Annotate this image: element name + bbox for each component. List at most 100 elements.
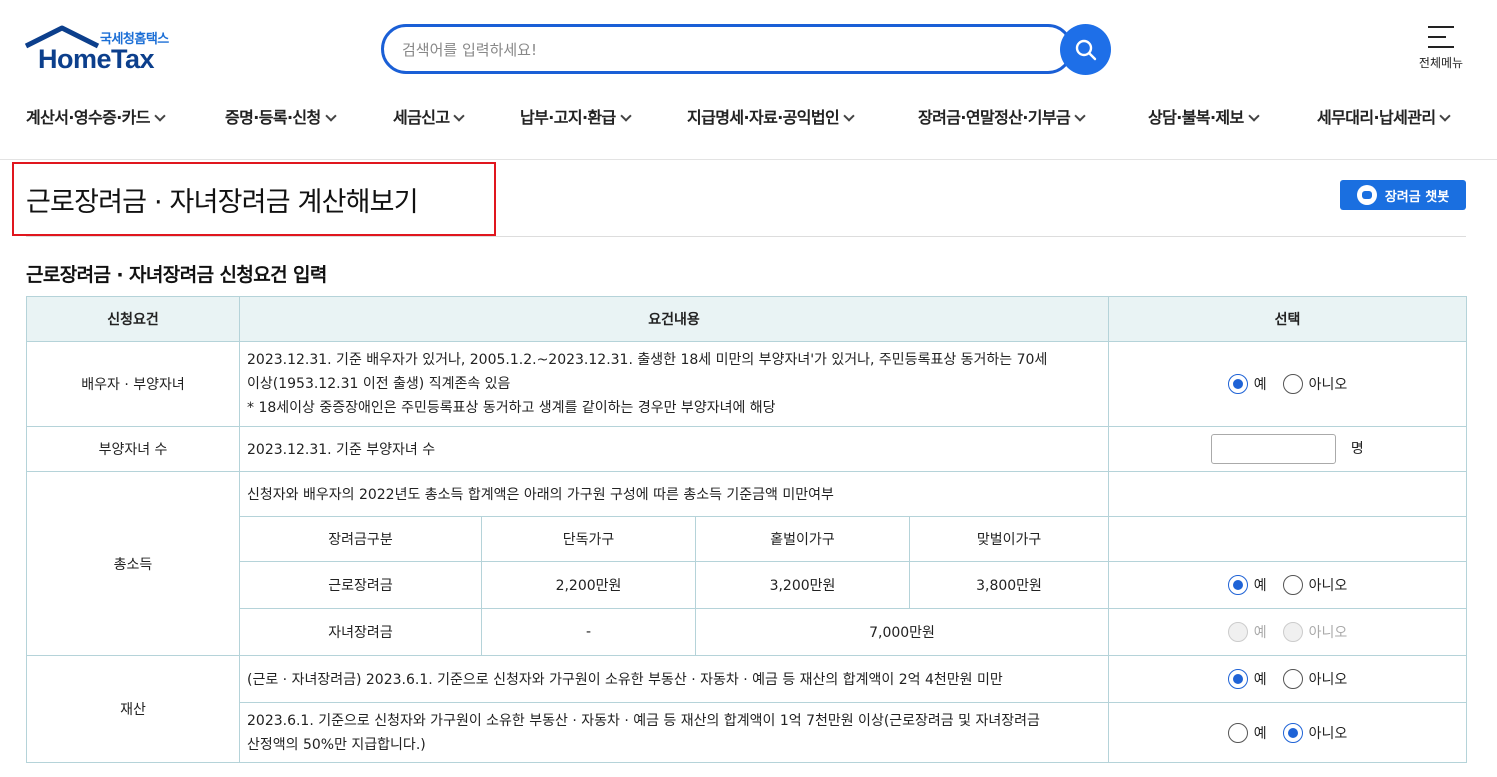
all-menu-button[interactable]: 전체메뉴 (1410, 22, 1472, 71)
property-high-radio-group: 예 아니오 (1116, 722, 1459, 743)
radio-circle (1227, 669, 1248, 689)
search-input[interactable] (402, 38, 1042, 62)
content-line: * 18세이상 중증장애인은 주민등록표상 동거하고 생계를 같이하는 경우만 … (247, 400, 776, 416)
children-count-input[interactable] (1211, 434, 1337, 464)
page-title: 근로장려금 · 자녀장려금 계산해보기 (26, 187, 419, 218)
nav-item-receipts[interactable]: 계산서·영수증·카드 (26, 104, 166, 128)
requirement-content: 2023.12.31. 기준 부양자녀 수 (238, 426, 1110, 472)
chevron-down-icon (1074, 110, 1086, 122)
spouse-no-radio[interactable]: 아니오 (1282, 374, 1348, 394)
table-cell: 3,800만원 (908, 561, 1110, 609)
selection-cell (1108, 516, 1468, 562)
site-header: 국세청홈택스 HomeTax 전체메뉴 계산서·영수증·카드 증명·등록·신청 … (0, 0, 1497, 160)
selection-cell: 예 아니오 (1108, 341, 1468, 427)
radio-label: 아니오 (1308, 377, 1348, 393)
radio-label: 아니오 (1308, 725, 1348, 742)
radio-circle (1282, 575, 1303, 595)
radio-circle (1282, 669, 1303, 689)
requirement-content: 2023.12.31. 기준 배우자가 있거나, 2005.1.2.~2023.… (238, 341, 1110, 427)
nav-label: 증명·등록·신청 (225, 108, 321, 127)
spouse-radio-group: 예 아니오 (1116, 374, 1459, 394)
nav-item-statements[interactable]: 지급명세·자료·공익법인 (687, 104, 855, 128)
content-line: 이상(1953.12.31 이전 출생) 직계존속 있음 (247, 376, 511, 392)
nav-label: 납부·고지·환급 (520, 108, 616, 127)
nav-item-payment[interactable]: 납부·고지·환급 (520, 104, 632, 128)
requirement-label: 총소득 (26, 471, 240, 656)
hamburger-icon (1428, 26, 1454, 48)
unit-label: 명 (1350, 441, 1364, 457)
chevron-down-icon (620, 110, 632, 122)
income-work-row: 근로장려금 2,200만원 3,200만원 3,800만원 예 아니오 (27, 561, 1468, 609)
selection-cell: 예 아니오 (1108, 608, 1468, 656)
radio-circle (1227, 722, 1248, 743)
chatbot-button[interactable]: 장려금 챗봇 (1340, 180, 1466, 210)
property-no-radio[interactable]: 아니오 (1282, 669, 1347, 689)
radio-label: 예 (1253, 725, 1267, 742)
chatbot-label: 장려금 챗봇 (1384, 189, 1450, 205)
content-line: 2023.12.31. 기준 배우자가 있거나, 2005.1.2.~2023.… (247, 352, 1048, 368)
table-cell: 근로장려금 (239, 561, 482, 609)
radio-circle (1282, 374, 1303, 394)
table-row: 총소득 신청자와 배우자의 2022년도 총소득 합계액은 아래의 가구원 구성… (26, 471, 1468, 656)
selection-cell: 예 아니오 (1108, 655, 1468, 703)
nav-item-incentives[interactable]: 장려금·연말정산·기부금 (918, 104, 1086, 128)
radio-label: 예 (1253, 578, 1267, 594)
income-child-row: 자녀장려금 - 7,000만원 예 아니오 (27, 608, 1468, 656)
child-income-yes-radio[interactable]: 예 (1227, 622, 1267, 642)
property-high-yes-radio[interactable]: 예 (1227, 722, 1267, 743)
all-menu-label: 전체메뉴 (1418, 56, 1464, 70)
nav-item-consulting[interactable]: 상담·불복·제보 (1148, 104, 1260, 128)
search-box (381, 24, 1073, 74)
requirement-label: 재산 (26, 655, 240, 763)
nav-item-certificates[interactable]: 증명·등록·신청 (225, 104, 337, 128)
title-divider (26, 236, 1466, 237)
table-cell: - (481, 608, 696, 656)
work-income-radio-group: 예 아니오 (1116, 575, 1459, 595)
table-row: 2023.6.1. 기준으로 신청자와 가구원이 소유한 부동산 · 자동차 ·… (27, 702, 1468, 763)
content-line: 2023.6.1. 기준으로 신청자와 가구원이 소유한 부동산 · 자동차 ·… (247, 712, 1040, 729)
nav-label: 지급명세·자료·공익법인 (687, 108, 840, 127)
requirement-label: 부양자녀 수 (26, 426, 240, 472)
nav-item-tax-filing[interactable]: 세금신고 (393, 104, 466, 128)
sub-header: 맞벌이가구 (908, 516, 1110, 562)
radio-circle (1227, 622, 1248, 642)
table-cell: 3,200만원 (695, 561, 910, 609)
column-header: 요건내용 (238, 296, 1110, 342)
section-title: 근로장려금 · 자녀장려금 신청요건 입력 (26, 264, 327, 286)
chatbot-icon (1356, 185, 1377, 205)
radio-label: 예 (1253, 377, 1267, 393)
income-subheader-row: 장려금구분 단독가구 홑벌이가구 맞벌이가구 (27, 516, 1468, 562)
radio-label: 예 (1253, 672, 1267, 688)
logo-text: HomeTax (38, 44, 155, 74)
radio-circle (1282, 622, 1303, 642)
table-row: 부양자녀 수 2023.12.31. 기준 부양자녀 수 명 (26, 426, 1468, 472)
nav-item-tax-agent[interactable]: 세무대리·납세관리 (1317, 104, 1452, 128)
spouse-yes-radio[interactable]: 예 (1227, 374, 1267, 394)
hometax-logo[interactable]: 국세청홈택스 HomeTax (24, 24, 184, 78)
work-income-no-radio[interactable]: 아니오 (1282, 575, 1348, 595)
property-yes-radio[interactable]: 예 (1227, 669, 1267, 689)
chevron-down-icon (843, 110, 855, 122)
nav-label: 계산서·영수증·카드 (26, 108, 151, 127)
nav-label: 세무대리·납세관리 (1317, 108, 1436, 127)
search-icon (1075, 39, 1096, 60)
work-income-yes-radio[interactable]: 예 (1227, 575, 1267, 595)
radio-label: 아니오 (1308, 578, 1348, 594)
property-high-no-radio[interactable]: 아니오 (1282, 722, 1348, 743)
requirements-table: 신청요건 요건내용 선택 배우자 · 부양자녀 2023.12.31. 기준 배… (26, 296, 1468, 763)
radio-label: 예 (1253, 625, 1267, 641)
nav-label: 장려금·연말정산·기부금 (918, 108, 1071, 127)
table-cell: 2,200만원 (481, 561, 696, 609)
radio-label: 아니오 (1308, 625, 1348, 641)
chevron-down-icon (1248, 110, 1260, 122)
chevron-down-icon (453, 110, 466, 122)
table-cell: 7,000만원 (694, 608, 1110, 656)
search-button[interactable] (1060, 24, 1111, 75)
requirement-label: 배우자 · 부양자녀 (26, 341, 240, 427)
nav-label: 세금신고 (393, 108, 450, 127)
selection-cell: 명 (1108, 426, 1468, 472)
nav-label: 상담·불복·제보 (1148, 108, 1244, 127)
table-row: 재산 (근로 · 자녀장려금) 2023.6.1. 기준으로 신청자와 가구원이… (26, 655, 1468, 763)
chevron-down-icon (1439, 110, 1452, 122)
child-income-no-radio[interactable]: 아니오 (1282, 622, 1348, 642)
